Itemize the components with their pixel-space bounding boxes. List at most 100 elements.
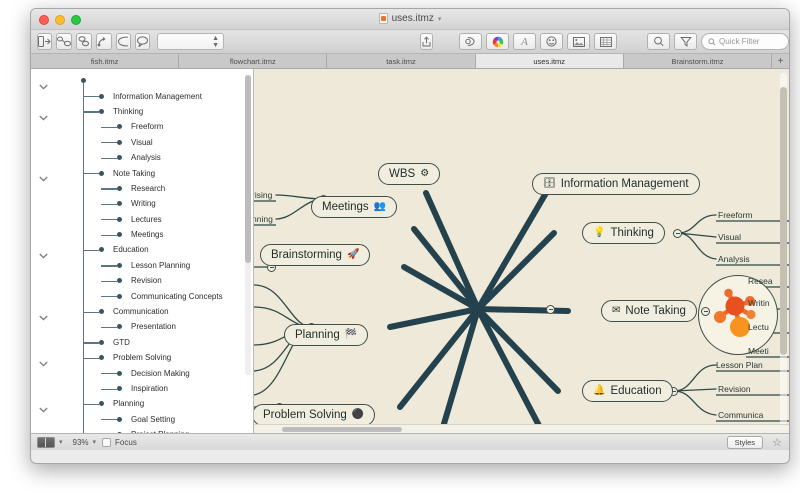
- stepper-icon[interactable]: ▲ ▼: [212, 35, 219, 49]
- node-wbs[interactable]: WBS ⚙: [378, 163, 441, 185]
- outline-row[interactable]: Decision Making: [31, 365, 253, 380]
- tree-node-dot[interactable]: [98, 401, 104, 407]
- tree-node-dot[interactable]: [116, 232, 122, 238]
- outline-row[interactable]: Writing: [31, 196, 253, 211]
- outline-row[interactable]: Note Taking: [31, 165, 253, 182]
- chevron-down-icon[interactable]: [39, 354, 48, 367]
- favorite-star-icon[interactable]: ☆: [772, 436, 782, 449]
- leaf-communicating-concepts[interactable]: Communica: [718, 410, 763, 420]
- tab-uses[interactable]: uses.itmz: [475, 54, 624, 68]
- filter-icon[interactable]: [674, 33, 697, 50]
- tab-task[interactable]: task.itmz: [327, 54, 476, 68]
- chevron-down-icon[interactable]: [39, 108, 48, 121]
- outline-row[interactable]: Goal Setting: [31, 412, 253, 427]
- outline-row[interactable]: Communication: [31, 304, 253, 321]
- leaf-freeform[interactable]: Freeform: [718, 210, 752, 220]
- tree-node-dot[interactable]: [116, 370, 122, 376]
- outline-row[interactable]: Inspiration: [31, 381, 253, 396]
- leaf-lectures[interactable]: Lectu: [748, 322, 769, 332]
- tree-node-dot[interactable]: [116, 124, 122, 130]
- leaf-analysis[interactable]: Analysis: [718, 254, 750, 264]
- mindmap-canvas[interactable]: WBS ⚙ Meetings 👥 Brainstorming 🚀 Plannin…: [254, 69, 789, 433]
- tree-node-dot[interactable]: [116, 185, 122, 191]
- tree-node-dot[interactable]: [116, 416, 122, 422]
- node-note-taking[interactable]: Note Taking ✉: [601, 300, 697, 322]
- outline-row[interactable]: Freeform: [31, 119, 253, 134]
- outline-row[interactable]: Research: [31, 181, 253, 196]
- new-subtopic-icon[interactable]: [56, 33, 72, 50]
- tree-node-dot[interactable]: [98, 93, 104, 99]
- tab-brainstorm[interactable]: Brainstorm.itmz: [623, 54, 773, 68]
- leaf-research[interactable]: Resea: [748, 276, 773, 286]
- outline-row[interactable]: Visual: [31, 135, 253, 150]
- color-wheel-icon[interactable]: [486, 33, 509, 50]
- outline-row[interactable]: Lesson Planning: [31, 258, 253, 273]
- tree-node-dot[interactable]: [116, 386, 122, 391]
- tree-node-dot[interactable]: [98, 108, 104, 114]
- new-topic-icon[interactable]: [37, 33, 52, 50]
- boundary-icon[interactable]: [116, 33, 131, 50]
- outline-row[interactable]: Problem Solving: [31, 350, 253, 367]
- leaf-meetings[interactable]: Meeti: [748, 346, 769, 356]
- sidebar-scrollbar[interactable]: [245, 75, 251, 375]
- canvas-horizontal-scrollbar-thumb[interactable]: [282, 427, 402, 432]
- tree-node-dot[interactable]: [116, 139, 122, 145]
- style-combo-box[interactable]: ▲ ▼: [157, 33, 224, 50]
- view-mode-icon[interactable]: [37, 436, 55, 448]
- canvas-horizontal-scrollbar[interactable]: [254, 424, 789, 433]
- tree-node-dot[interactable]: [116, 278, 122, 284]
- outline-row[interactable]: Communicating Concepts: [31, 288, 253, 303]
- outline-row[interactable]: Education: [31, 242, 253, 259]
- tree-node-dot[interactable]: [116, 262, 122, 268]
- sidebar-scrollbar-thumb[interactable]: [245, 75, 251, 263]
- chevron-down-icon[interactable]: [39, 169, 48, 182]
- node-meetings[interactable]: Meetings 👥: [311, 196, 398, 218]
- outline-row[interactable]: Meetings: [31, 227, 253, 242]
- tree-node-dot[interactable]: [80, 78, 86, 84]
- outline-sidebar[interactable]: Information Management Thinking Freeform Vi…: [31, 69, 254, 433]
- font-icon[interactable]: A: [513, 33, 536, 50]
- shape-icon[interactable]: [459, 33, 482, 50]
- tree-node-dot[interactable]: [98, 339, 104, 345]
- tree-node-dot[interactable]: [116, 293, 122, 299]
- tree-node-dot[interactable]: [116, 155, 122, 161]
- quick-filter-input[interactable]: Quick Filter: [701, 33, 789, 50]
- chevron-down-icon[interactable]: [39, 308, 48, 321]
- outline-row[interactable]: Lectures: [31, 212, 253, 227]
- node-problem-solving[interactable]: Problem Solving ⚫: [254, 404, 376, 426]
- outline-row[interactable]: Revision: [31, 273, 253, 288]
- leaf-left-first[interactable]: rising: [254, 190, 272, 200]
- tree-node-dot[interactable]: [98, 247, 104, 253]
- search-icon[interactable]: [647, 33, 670, 50]
- node-information-management[interactable]: Information Management 🗄: [532, 173, 700, 195]
- styles-button[interactable]: Styles: [726, 435, 763, 449]
- node-planning[interactable]: Planning 🏁: [284, 324, 369, 346]
- outline-root-row[interactable]: [31, 73, 253, 90]
- outline-row[interactable]: Analysis: [31, 150, 253, 165]
- tree-node-dot[interactable]: [98, 309, 104, 315]
- relationship-icon[interactable]: [96, 33, 112, 50]
- collapse-handle-center[interactable]: [546, 305, 555, 314]
- node-thinking[interactable]: Thinking 💡: [582, 222, 665, 244]
- chevron-down-icon[interactable]: [39, 246, 48, 259]
- tree-node-dot[interactable]: [116, 201, 122, 207]
- chevron-down-icon[interactable]: [39, 400, 48, 413]
- new-sibling-icon[interactable]: [76, 33, 92, 50]
- zoom-level[interactable]: 93%: [73, 438, 89, 447]
- zoom-chevron-icon[interactable]: ▾: [93, 438, 97, 446]
- central-topic-node[interactable]: [698, 275, 778, 355]
- leaf-left-second[interactable]: nning: [254, 214, 273, 224]
- outline-row[interactable]: Thinking: [31, 104, 253, 121]
- callout-icon[interactable]: [135, 33, 150, 50]
- node-education[interactable]: Education 🔔: [582, 380, 673, 402]
- node-brainstorming[interactable]: Brainstorming 🚀: [260, 244, 371, 266]
- share-icon[interactable]: [420, 33, 433, 50]
- chevron-down-icon[interactable]: ▾: [438, 15, 442, 23]
- tab-fish[interactable]: fish.itmz: [31, 54, 180, 68]
- leaf-writing[interactable]: Writin: [748, 298, 770, 308]
- tree-node-dot[interactable]: [116, 324, 122, 330]
- focus-checkbox[interactable]: [102, 437, 112, 447]
- tree-node-dot[interactable]: [98, 170, 104, 176]
- collapse-handle-thinking[interactable]: [673, 229, 682, 238]
- leaf-visual[interactable]: Visual: [718, 232, 741, 242]
